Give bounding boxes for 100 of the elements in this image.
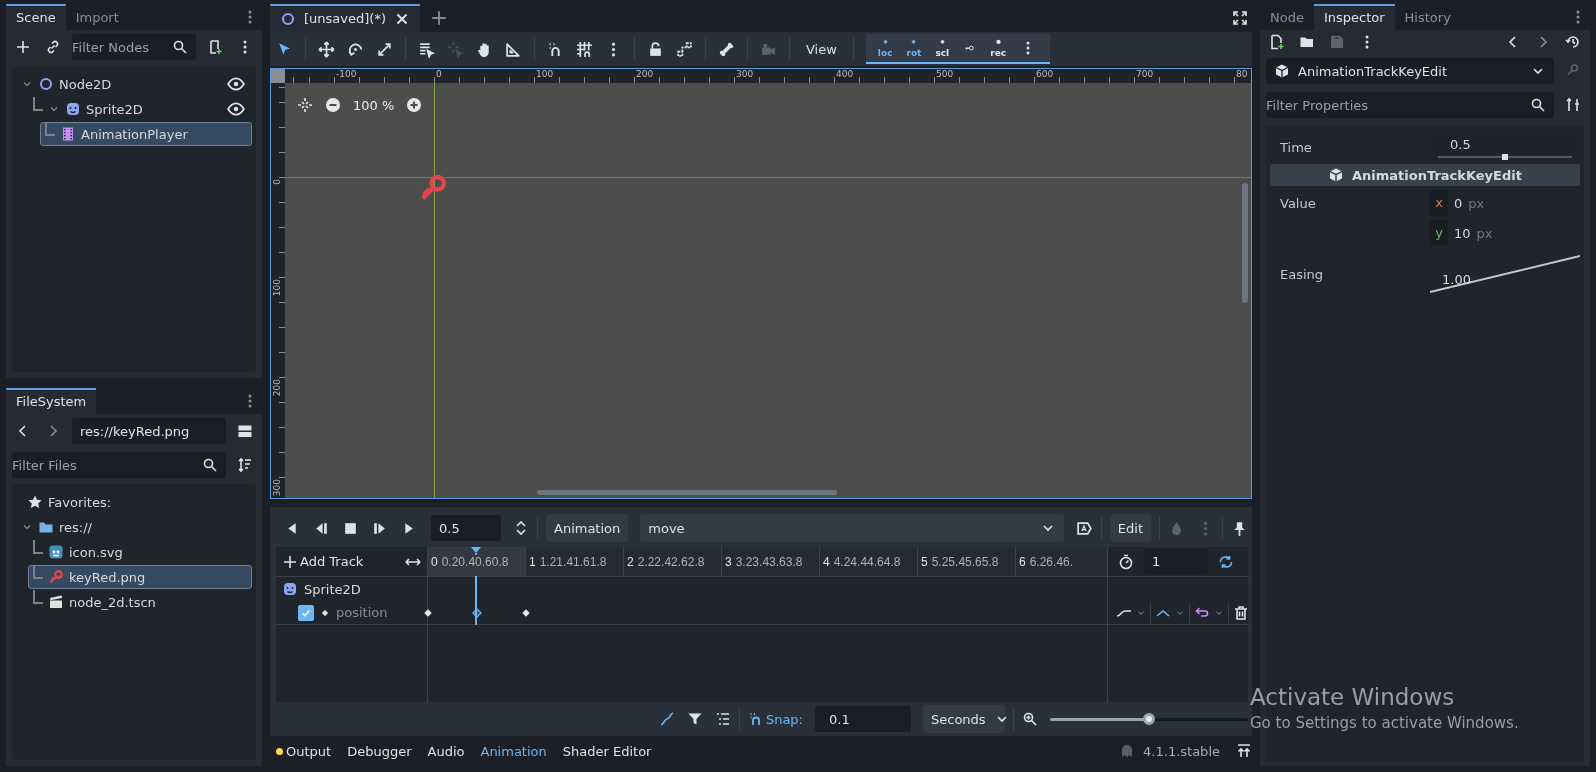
- snap-toggle[interactable]: Snap:: [747, 711, 803, 727]
- snap-field[interactable]: 0.1: [815, 706, 911, 732]
- filter-field[interactable]: Filter Properties: [1266, 92, 1554, 118]
- layout-toggle-icon[interactable]: [237, 423, 253, 439]
- filter-field[interactable]: Filter Nodes: [72, 34, 196, 60]
- bottom-panel-tab[interactable]: Output: [270, 743, 338, 759]
- bone-icon[interactable]: [718, 40, 735, 58]
- animation-menu[interactable]: Animation: [546, 514, 629, 542]
- vertical-scrollbar[interactable]: [1242, 183, 1248, 303]
- key-sprite[interactable]: [418, 173, 448, 203]
- link-icon[interactable]: [45, 39, 61, 55]
- file-item[interactable]: keyRed.png: [28, 565, 252, 589]
- dock-tab[interactable]: Import: [65, 4, 129, 30]
- keyframe[interactable]: [422, 607, 434, 619]
- property-value[interactable]: 0: [1454, 195, 1463, 211]
- arrow-cursor-icon[interactable]: [276, 40, 293, 58]
- keyframe[interactable]: [471, 607, 483, 619]
- animation-dropdown[interactable]: move: [640, 514, 1064, 542]
- history-icon[interactable]: [1565, 34, 1581, 50]
- file-item[interactable]: node_2d.tscn: [28, 590, 252, 614]
- expand-panel-icon[interactable]: [1236, 743, 1252, 759]
- list-icon[interactable]: [714, 711, 731, 727]
- eye-icon[interactable]: [227, 75, 245, 93]
- file-item[interactable]: res://: [16, 515, 252, 539]
- tick-labels: 0.20.40.60.8: [441, 554, 509, 569]
- keying-button[interactable]: rot: [906, 38, 922, 58]
- add-icon[interactable]: [15, 39, 31, 55]
- unit-dropdown[interactable]: Seconds: [923, 705, 1005, 733]
- keying-button[interactable]: [963, 43, 977, 53]
- center-view-icon[interactable]: [297, 97, 313, 113]
- zoom-out-icon[interactable]: [325, 97, 341, 113]
- ruler-label: 100: [536, 69, 555, 79]
- bottom-panel-tab[interactable]: Animation: [474, 743, 553, 759]
- view-menu[interactable]: View: [802, 41, 841, 57]
- scale-icon[interactable]: [376, 40, 393, 58]
- keying-button[interactable]: rec: [990, 38, 1007, 58]
- script-add-icon[interactable]: [207, 39, 223, 55]
- autoplay-icon[interactable]: [1075, 519, 1093, 537]
- second-label: 5: [921, 554, 928, 569]
- node-name: AnimationPlayer: [81, 126, 188, 142]
- dock-tab[interactable]: Node: [1260, 4, 1314, 30]
- trash-icon[interactable]: [1233, 604, 1249, 621]
- tools-icon[interactable]: [1565, 97, 1581, 113]
- time-field[interactable]: 0.5: [431, 515, 501, 541]
- dock-tab[interactable]: Scene: [6, 4, 66, 30]
- group-icon[interactable]: [676, 40, 693, 58]
- ruler-icon[interactable]: [505, 40, 522, 58]
- canvas-area[interactable]: 100 %: [285, 83, 1251, 498]
- tree-item[interactable]: AnimationPlayer: [40, 122, 252, 146]
- file-item[interactable]: icon.svg: [28, 540, 252, 564]
- file-name: icon.svg: [69, 544, 123, 560]
- dock-tab[interactable]: History: [1394, 4, 1461, 30]
- add-track-button[interactable]: Add Track: [282, 553, 364, 570]
- property-value[interactable]: 10: [1454, 225, 1471, 241]
- zoom-level[interactable]: 100 %: [353, 97, 395, 113]
- fullscreen-icon[interactable]: [1232, 10, 1248, 26]
- path-field[interactable]: res://keyRed.png: [72, 418, 226, 444]
- horizontal-scrollbar[interactable]: [537, 490, 837, 495]
- property-value[interactable]: 0.5: [1438, 136, 1572, 154]
- dock-tab[interactable]: FileSystem: [6, 388, 97, 414]
- object-dropdown[interactable]: AnimationTrackKeyEdit: [1266, 58, 1554, 84]
- tree-item[interactable]: Node2D: [16, 72, 252, 96]
- edit-button[interactable]: Edit: [1109, 514, 1151, 542]
- slider-thumb[interactable]: [1502, 154, 1508, 160]
- sort-icon[interactable]: [237, 457, 253, 473]
- list-select-icon[interactable]: [418, 40, 435, 58]
- add-tab-icon[interactable]: [429, 9, 448, 27]
- keying-button[interactable]: scl: [935, 38, 950, 58]
- keyframe[interactable]: [520, 607, 532, 619]
- new-file-icon[interactable]: [1269, 34, 1285, 50]
- section-header[interactable]: AnimationTrackKeyEdit: [1270, 164, 1580, 186]
- save-icon[interactable]: [1329, 34, 1345, 50]
- grid-snap-icon[interactable]: [576, 40, 593, 58]
- document-tab[interactable]: [unsaved](*): [270, 4, 420, 32]
- bezier-curve-icon[interactable]: [658, 711, 675, 727]
- keying-button[interactable]: loc: [877, 38, 893, 58]
- ruler-corner: [271, 69, 285, 83]
- ruler-label: 200: [636, 69, 655, 79]
- slider-thumb[interactable]: [1143, 712, 1155, 725]
- timeline-ruler[interactable]: 0 0.20.40.60.8 1 1.21.41.61.8 2 2.22.42.62.8 3 3.23.43.63.8 4 4.24.44.64.8 5 5.25.45.65.8 6 6.26.46.: [427, 547, 1107, 577]
- zoom-in-icon[interactable]: [406, 97, 423, 113]
- second-label: 0: [431, 554, 438, 569]
- checkbox[interactable]: [298, 604, 314, 621]
- eye-icon[interactable]: [227, 100, 245, 118]
- length-field[interactable]: 1: [1144, 548, 1208, 575]
- spinner-icon[interactable]: [513, 520, 529, 536]
- bottom-panel-tab[interactable]: Debugger: [341, 743, 418, 759]
- tree-item[interactable]: Sprite2D: [28, 97, 252, 121]
- bottom-panel-tab[interactable]: Audio: [421, 743, 471, 759]
- move-icon[interactable]: [318, 40, 335, 58]
- dock-tab[interactable]: Inspector: [1313, 4, 1395, 30]
- bottom-panel-tab[interactable]: Shader Editor: [556, 743, 658, 759]
- loop-icon[interactable]: [1218, 553, 1234, 570]
- property-value[interactable]: 1.00: [1430, 271, 1471, 287]
- property-label: Value: [1279, 195, 1317, 211]
- second-label: 6: [1019, 554, 1026, 569]
- filter-icon[interactable]: [686, 711, 703, 727]
- ruler-label: 300: [736, 69, 755, 79]
- lock-icon[interactable]: [647, 40, 664, 58]
- filter-field[interactable]: Filter Files: [12, 452, 226, 478]
